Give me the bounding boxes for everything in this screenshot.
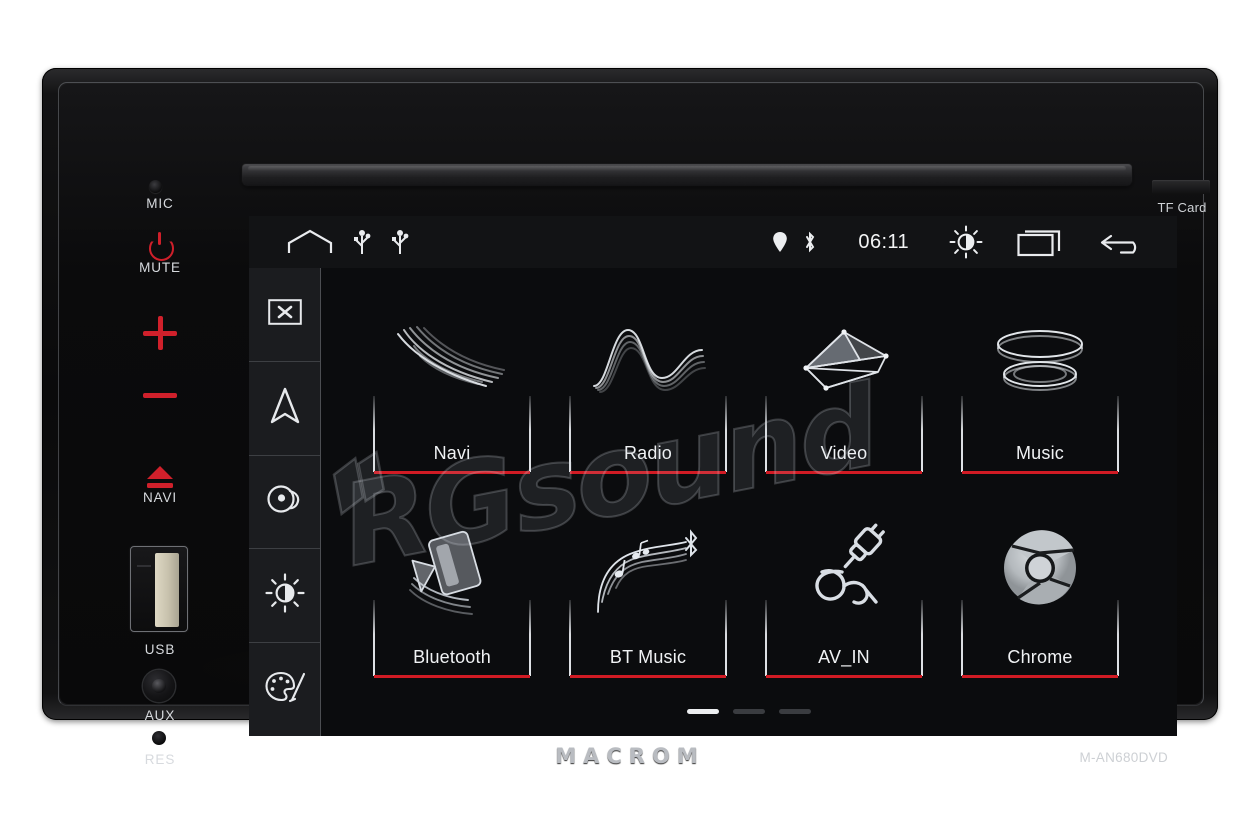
brand-wordmark: MACROM: [555, 744, 705, 768]
navi-eject-button[interactable]: NAVI: [120, 466, 200, 505]
app-label: Music: [1015, 443, 1064, 463]
app-label: Navi: [433, 443, 471, 463]
page-dot-3[interactable]: [779, 709, 811, 714]
usb-port-icon[interactable]: [130, 546, 188, 632]
aux-label: AUX: [144, 708, 176, 723]
disc-slot[interactable]: [241, 164, 1133, 187]
mute-label: MUTE: [139, 260, 181, 275]
app-label: Radio: [623, 443, 673, 463]
app-tile-bluetooth[interactable]: Bluetooth: [373, 530, 531, 680]
app-grid: Navi Radio Video Music Bluetooth BT Musi…: [321, 268, 1177, 736]
aux-label-wrap: AUX: [120, 706, 200, 723]
mic-label-wrap: MIC: [120, 194, 200, 211]
page-indicator: [321, 709, 1177, 714]
back-icon[interactable]: [1099, 227, 1147, 257]
brightness-icon[interactable]: [949, 225, 983, 259]
app-tile-bt-music[interactable]: BT Music: [569, 529, 727, 680]
app-tile-video[interactable]: Video: [765, 329, 923, 476]
rail-item-brightness[interactable]: [249, 549, 320, 644]
minus-icon: [143, 393, 177, 398]
mute-button[interactable]: MUTE: [120, 232, 200, 275]
recents-icon[interactable]: [1017, 227, 1065, 257]
status-bar: 06:11: [249, 216, 1177, 268]
rail-item-disc[interactable]: [249, 456, 320, 550]
rail-item-close[interactable]: [249, 268, 320, 362]
app-tile-chrome[interactable]: Chrome: [961, 530, 1119, 680]
usb-label-wrap: USB: [120, 640, 200, 657]
app-label: AV_IN: [818, 647, 870, 667]
microphone-hole-icon: [149, 180, 162, 193]
page-dot-1[interactable]: [687, 709, 719, 714]
tf-card-label: TF Card: [1157, 200, 1207, 215]
app-tile-navi[interactable]: Navi: [373, 326, 531, 476]
app-tile-music[interactable]: Music: [961, 330, 1119, 476]
volume-down-button[interactable]: [120, 393, 200, 398]
navigation-arrow-icon: [269, 387, 301, 430]
home-icon[interactable]: [287, 229, 333, 255]
page-dot-2[interactable]: [733, 709, 765, 714]
app-label: Bluetooth: [413, 647, 491, 667]
disc-icon: [266, 482, 304, 521]
tf-card-slot[interactable]: [1152, 180, 1210, 194]
rail-item-palette[interactable]: [249, 643, 320, 736]
app-label: Video: [820, 443, 868, 463]
navi-label: NAVI: [142, 490, 178, 505]
brightness-icon: [264, 573, 305, 618]
rail-item-navigation[interactable]: [249, 362, 320, 456]
power-icon: [147, 232, 173, 258]
mic-label: MIC: [146, 196, 174, 211]
app-label: Chrome: [1007, 647, 1073, 667]
head-unit-device: TF Card MIC MUTE NAVI USB AUX RES 06:11 …: [42, 68, 1218, 768]
close-icon: [267, 299, 302, 330]
touchscreen-display[interactable]: 06:11 Navi Radio Video Music Bluetooth B…: [249, 216, 1177, 736]
usb-icon[interactable]: [391, 229, 409, 255]
reset-pinhole-icon[interactable]: [152, 731, 166, 745]
aux-jack-icon[interactable]: [143, 670, 175, 702]
location-pin-icon: [772, 231, 788, 253]
bluetooth-icon: [802, 231, 818, 253]
eject-icon: [143, 466, 177, 488]
side-rail: [249, 268, 321, 736]
app-label: BT Music: [609, 647, 687, 667]
plus-icon: [143, 316, 177, 350]
app-tile-av-in[interactable]: AV_IN: [765, 523, 923, 680]
volume-up-button[interactable]: [120, 316, 200, 350]
palette-icon: [264, 670, 306, 709]
usb-label: USB: [144, 642, 176, 657]
app-tile-radio[interactable]: Radio: [569, 328, 727, 476]
clock: 06:11: [858, 230, 909, 253]
model-number: M-AN680DVD: [1079, 750, 1168, 765]
usb-icon[interactable]: [353, 229, 371, 255]
